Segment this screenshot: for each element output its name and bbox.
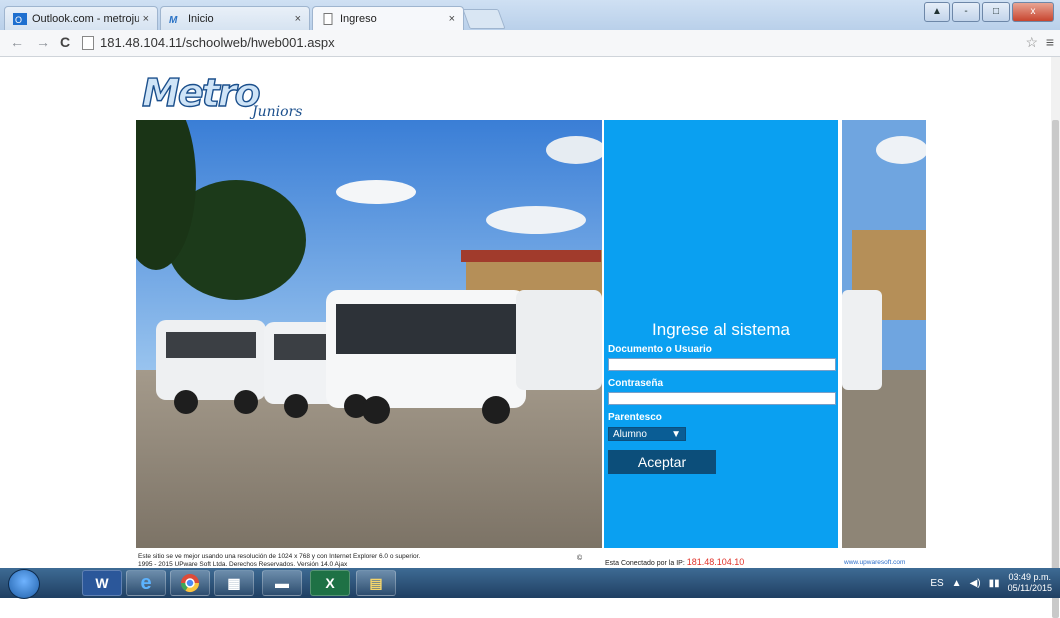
ip-address: 181.48.104.10	[686, 557, 745, 567]
clock-date: 05/11/2015	[1007, 583, 1052, 593]
relation-selected-value: Alumno	[613, 428, 647, 440]
tab-close-icon[interactable]: ×	[295, 13, 301, 25]
tab-close-icon[interactable]: ×	[143, 13, 149, 25]
url-field[interactable]: 181.48.104.11/schoolweb/hweb001.aspx	[82, 33, 1022, 52]
url-text: 181.48.104.11/schoolweb/hweb001.aspx	[100, 35, 335, 50]
notepad-icon[interactable]: ▤	[356, 570, 396, 596]
login-title: Ingrese al sistema	[652, 320, 790, 339]
chrome-icon[interactable]	[170, 570, 210, 596]
window-controls: ▲ - □ x	[924, 2, 1054, 22]
relation-select[interactable]: Alumno ▼	[608, 427, 686, 441]
calculator-icon[interactable]: ▦	[214, 570, 254, 596]
volume-icon[interactable]: ◀)	[970, 578, 981, 589]
scrollbar[interactable]	[1051, 57, 1060, 618]
page-icon	[82, 35, 94, 50]
user-label: Documento o Usuario	[608, 344, 712, 355]
clock[interactable]: 03:49 p.m. 05/11/2015	[1008, 572, 1052, 594]
minimize-button[interactable]: -	[952, 2, 980, 22]
network-icon[interactable]: ▮▮	[989, 578, 1000, 589]
hero-photo-right	[842, 120, 926, 548]
close-window-button[interactable]: x	[1012, 2, 1054, 22]
language-indicator[interactable]: ES	[930, 578, 943, 589]
tab-outlook-label: Outlook.com - metrojunio	[32, 12, 139, 25]
svg-text:Metro: Metro	[142, 72, 259, 115]
tab-inicio[interactable]: M Inicio ×	[160, 6, 310, 30]
password-input[interactable]	[608, 392, 836, 405]
hero-photo	[136, 120, 602, 548]
back-arrow-icon[interactable]: ←	[10, 34, 24, 50]
bookmark-star-icon[interactable]: ☆	[1025, 34, 1038, 51]
relation-label: Parentesco	[608, 412, 662, 423]
internet-explorer-icon[interactable]: e	[126, 570, 166, 596]
ip-notice: Esta Conectado por la IP: 181.48.104.10	[605, 557, 744, 567]
footer-notice: Este sitio se ve mejor usando una resolu…	[138, 553, 420, 569]
tab-ingreso[interactable]: Ingreso ×	[312, 6, 464, 30]
outlook-icon: O	[13, 12, 27, 25]
excel-icon[interactable]: X	[310, 570, 350, 596]
start-button[interactable]	[8, 569, 40, 599]
forward-arrow-icon[interactable]: →	[36, 34, 50, 50]
metro-juniors-logo: Metro Juniors	[141, 72, 302, 120]
site-link[interactable]: www.upwaresoft.com	[844, 559, 905, 566]
reload-icon[interactable]: C	[60, 34, 70, 50]
submit-button[interactable]: Aceptar	[608, 450, 716, 474]
system-tray: ES ▲ ◀) ▮▮ 03:49 p.m. 05/11/2015	[930, 572, 1052, 594]
page-icon	[323, 12, 333, 25]
dropdown-arrow-icon: ▼	[671, 428, 681, 440]
metro-favicon-icon: M	[169, 15, 178, 25]
copyright-symbol: ©	[577, 555, 583, 562]
tab-close-icon[interactable]: ×	[449, 13, 455, 25]
tab-inicio-label: Inicio	[188, 12, 214, 25]
login-panel: Ingrese al sistema Documento o Usuario C…	[602, 120, 840, 548]
tab-ingreso-label: Ingreso	[340, 12, 377, 25]
user-input[interactable]	[608, 358, 836, 371]
show-hidden-icons-icon[interactable]: ▲	[952, 578, 962, 589]
footer-line-1: Este sitio se ve mejor usando una resolu…	[138, 553, 421, 560]
word-icon[interactable]: W	[82, 570, 122, 596]
address-bar: ← → C 181.48.104.11/schoolweb/hweb001.as…	[0, 30, 1060, 57]
taskbar: W e ▦ ▬ X ▤ ES ▲ ◀) ▮▮ 03:49 p.m. 05/11/…	[0, 568, 1060, 599]
ip-prefix: Esta Conectado por la IP:	[605, 560, 685, 567]
maximize-button[interactable]: □	[982, 2, 1010, 22]
scrollbar-thumb[interactable]	[1052, 120, 1059, 618]
menu-icon[interactable]: ≡	[1046, 34, 1054, 50]
browser-tab-bar: O Outlook.com - metrojunio × M Inicio × …	[0, 0, 1060, 30]
svg-text:O: O	[15, 15, 22, 25]
password-label: Contraseña	[608, 378, 664, 389]
svg-text:Juniors: Juniors	[249, 104, 302, 120]
clock-time: 03:49 p.m.	[1008, 572, 1052, 582]
svg-text:M: M	[169, 15, 178, 25]
new-tab-button[interactable]	[462, 9, 506, 29]
user-icon[interactable]: ▲	[924, 2, 950, 22]
folder-icon[interactable]: ▬	[262, 570, 302, 596]
tab-outlook[interactable]: O Outlook.com - metrojunio ×	[4, 6, 158, 30]
